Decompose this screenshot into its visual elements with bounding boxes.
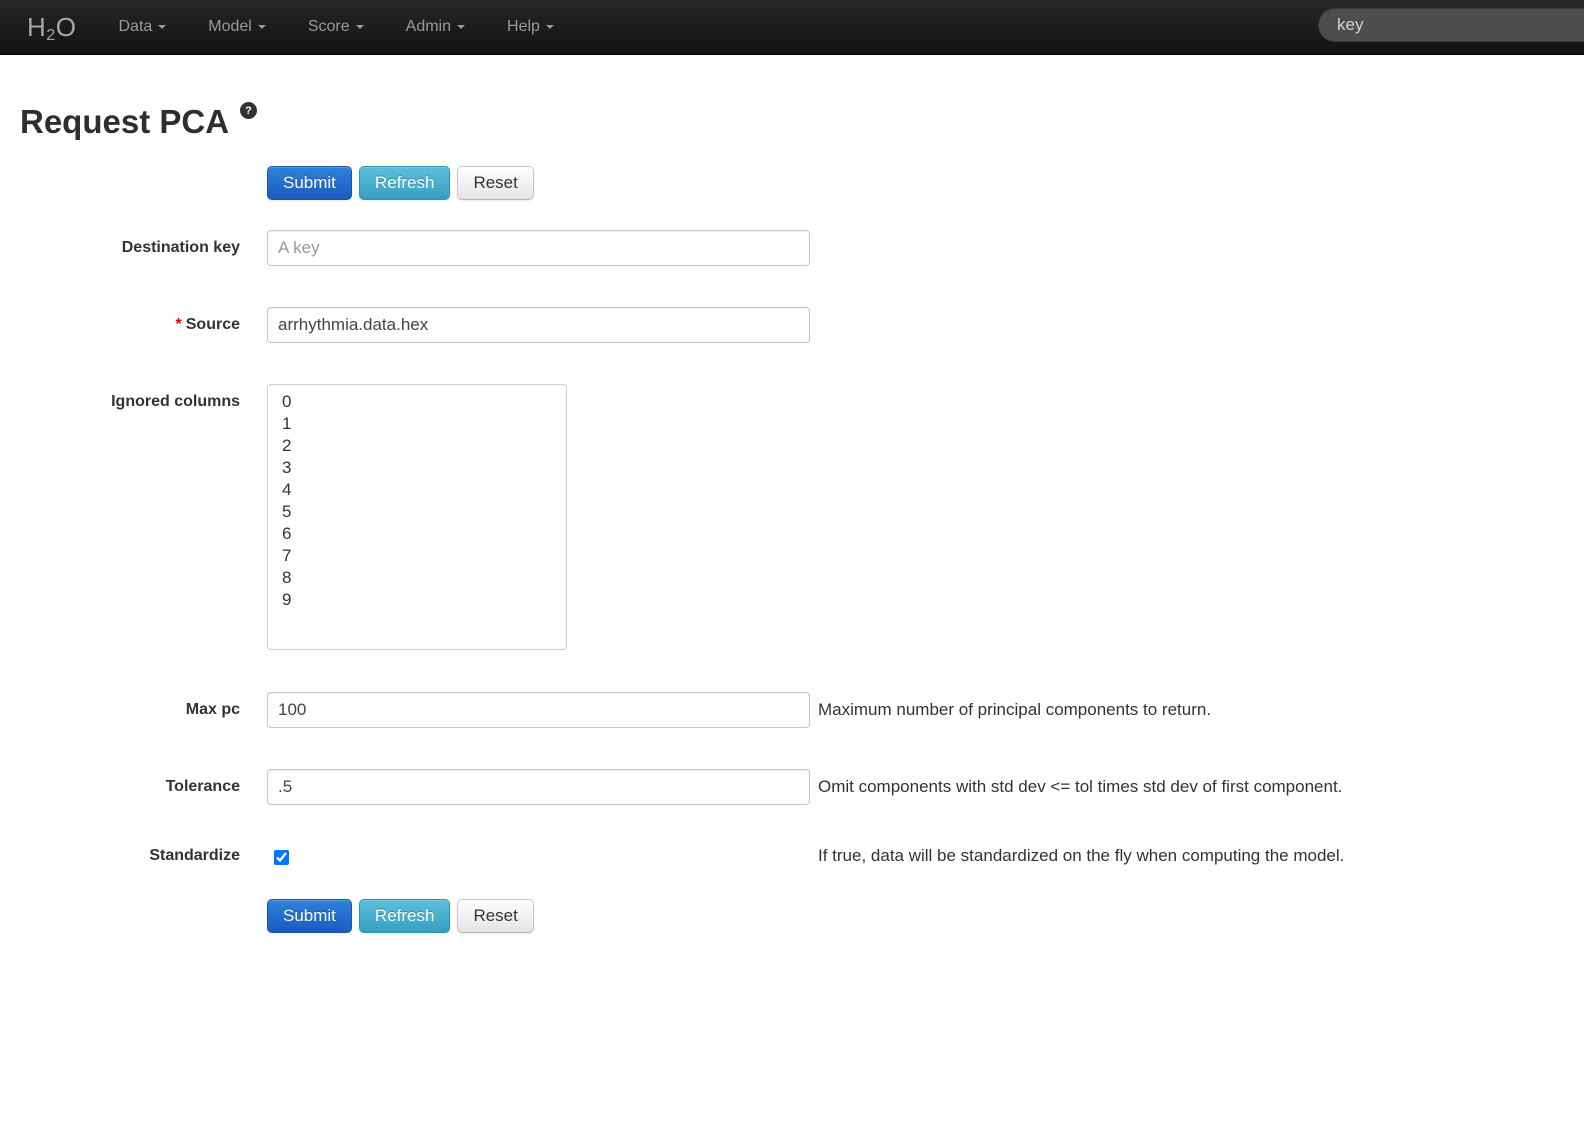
standardize-help-text: If true, data will be standardized on th… — [818, 846, 1344, 866]
max-pc-row: Max pc Maximum number of principal compo… — [0, 692, 1584, 728]
nav-menu-data[interactable]: Data — [106, 0, 178, 54]
tolerance-help-text: Omit components with std dev <= tol time… — [818, 777, 1342, 797]
nav-menu-data-label: Data — [118, 18, 152, 36]
page-title: Request PCA — [20, 104, 229, 140]
caret-down-icon — [356, 25, 364, 29]
page-header: Request PCA ? — [20, 104, 1584, 140]
main-content: Request PCA ? Submit Refresh Reset Desti… — [0, 55, 1584, 933]
max-pc-label: Max pc — [0, 692, 240, 719]
help-icon[interactable]: ? — [240, 102, 257, 119]
max-pc-help-text: Maximum number of principal components t… — [818, 700, 1211, 720]
ignored-column-option[interactable]: 9 — [272, 589, 562, 611]
tolerance-input[interactable] — [267, 769, 810, 805]
standardize-checkbox[interactable] — [274, 850, 289, 865]
top-navbar: H2O Data Model Score Admin Help — [0, 0, 1584, 55]
ignored-column-option[interactable]: 4 — [272, 479, 562, 501]
source-row: *Source — [0, 307, 1584, 343]
source-input[interactable] — [267, 307, 810, 343]
caret-down-icon — [258, 25, 266, 29]
ignored-column-option[interactable]: 7 — [272, 545, 562, 567]
required-asterisk: * — [176, 316, 182, 333]
ignored-column-option[interactable]: 1 — [272, 413, 562, 435]
nav-menu-admin-label: Admin — [406, 18, 451, 36]
nav-menu-admin[interactable]: Admin — [394, 0, 477, 54]
nav-menu-model[interactable]: Model — [196, 0, 278, 54]
nav-menu-help-label: Help — [507, 18, 540, 36]
ignored-column-option[interactable]: 5 — [272, 501, 562, 523]
toolbar-bottom: Submit Refresh Reset — [267, 899, 1584, 933]
refresh-button[interactable]: Refresh — [359, 166, 451, 200]
source-label-text: Source — [186, 316, 240, 333]
standardize-row: Standardize If true, data will be standa… — [0, 846, 1584, 870]
destination-key-row: Destination key — [0, 230, 1584, 266]
refresh-button[interactable]: Refresh — [359, 899, 451, 933]
ignored-column-option[interactable]: 6 — [272, 523, 562, 545]
nav-menu-score-label: Score — [308, 18, 350, 36]
tolerance-row: Tolerance Omit components with std dev <… — [0, 769, 1584, 805]
h2o-logo[interactable]: H2O — [27, 12, 76, 43]
navbar-search-input[interactable] — [1318, 8, 1584, 42]
reset-button[interactable]: Reset — [457, 166, 533, 200]
nav-menu-model-label: Model — [208, 18, 252, 36]
ignored-columns-row: Ignored columns 0123456789 — [0, 384, 1584, 650]
toolbar-top: Submit Refresh Reset — [267, 166, 1584, 200]
caret-down-icon — [546, 25, 554, 29]
nav-menu-help[interactable]: Help — [495, 0, 566, 54]
ignored-columns-listbox[interactable]: 0123456789 — [267, 384, 567, 650]
reset-button[interactable]: Reset — [457, 899, 533, 933]
brand-o: O — [56, 12, 77, 42]
ignored-columns-label: Ignored columns — [0, 384, 240, 411]
ignored-column-option[interactable]: 2 — [272, 435, 562, 457]
tolerance-label: Tolerance — [0, 769, 240, 796]
brand-sub: 2 — [46, 26, 55, 44]
destination-key-label: Destination key — [0, 230, 240, 257]
caret-down-icon — [457, 25, 465, 29]
caret-down-icon — [158, 25, 166, 29]
ignored-column-option[interactable]: 3 — [272, 457, 562, 479]
ignored-column-option[interactable]: 0 — [272, 391, 562, 413]
nav-menu-score[interactable]: Score — [296, 0, 376, 54]
brand-h: H — [27, 12, 46, 42]
ignored-column-option[interactable]: 8 — [272, 567, 562, 589]
navbar-menu: Data Model Score Admin Help — [106, 0, 583, 54]
standardize-label: Standardize — [0, 846, 240, 865]
destination-key-input[interactable] — [267, 230, 810, 266]
max-pc-input[interactable] — [267, 692, 810, 728]
source-label: *Source — [0, 307, 240, 334]
submit-button[interactable]: Submit — [267, 899, 352, 933]
submit-button[interactable]: Submit — [267, 166, 352, 200]
